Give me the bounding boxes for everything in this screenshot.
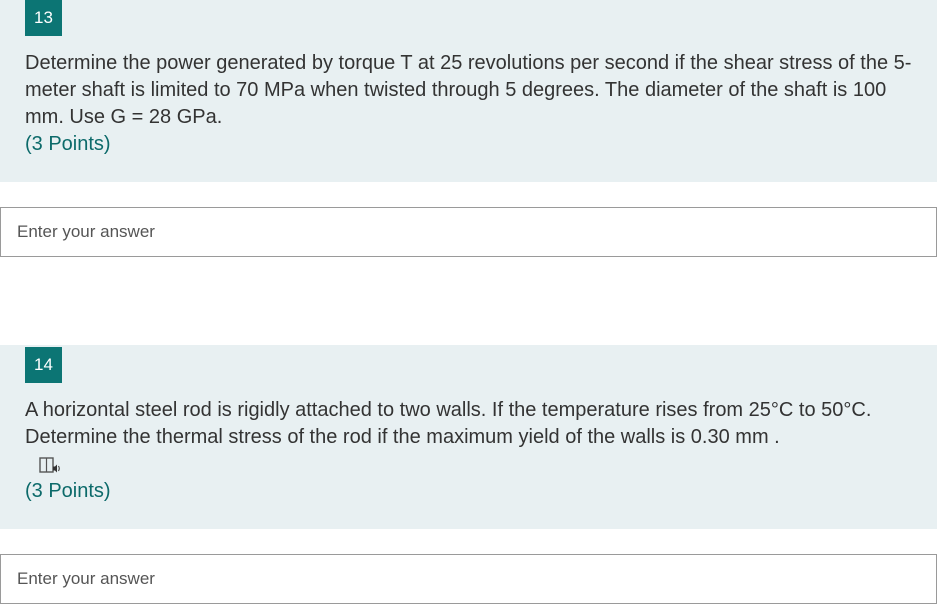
answer-input-13[interactable] xyxy=(1,208,936,256)
immersive-reader-icon[interactable] xyxy=(38,456,62,476)
question-14: 14 A horizontal steel rod is rigidly att… xyxy=(0,345,937,529)
question-number-badge: 14 xyxy=(25,347,62,383)
question-points: (3 Points) xyxy=(25,133,111,155)
answer-input-14[interactable] xyxy=(1,555,936,603)
question-13: 13 Determine the power generated by torq… xyxy=(0,0,937,182)
answer-box-13[interactable] xyxy=(0,207,937,257)
question-number-badge: 13 xyxy=(25,0,62,36)
question-text: Determine the power generated by torque … xyxy=(25,52,912,128)
question-points: (3 Points) xyxy=(25,480,111,502)
answer-box-14[interactable] xyxy=(0,554,937,604)
question-text: A horizontal steel rod is rigidly attach… xyxy=(25,399,872,448)
